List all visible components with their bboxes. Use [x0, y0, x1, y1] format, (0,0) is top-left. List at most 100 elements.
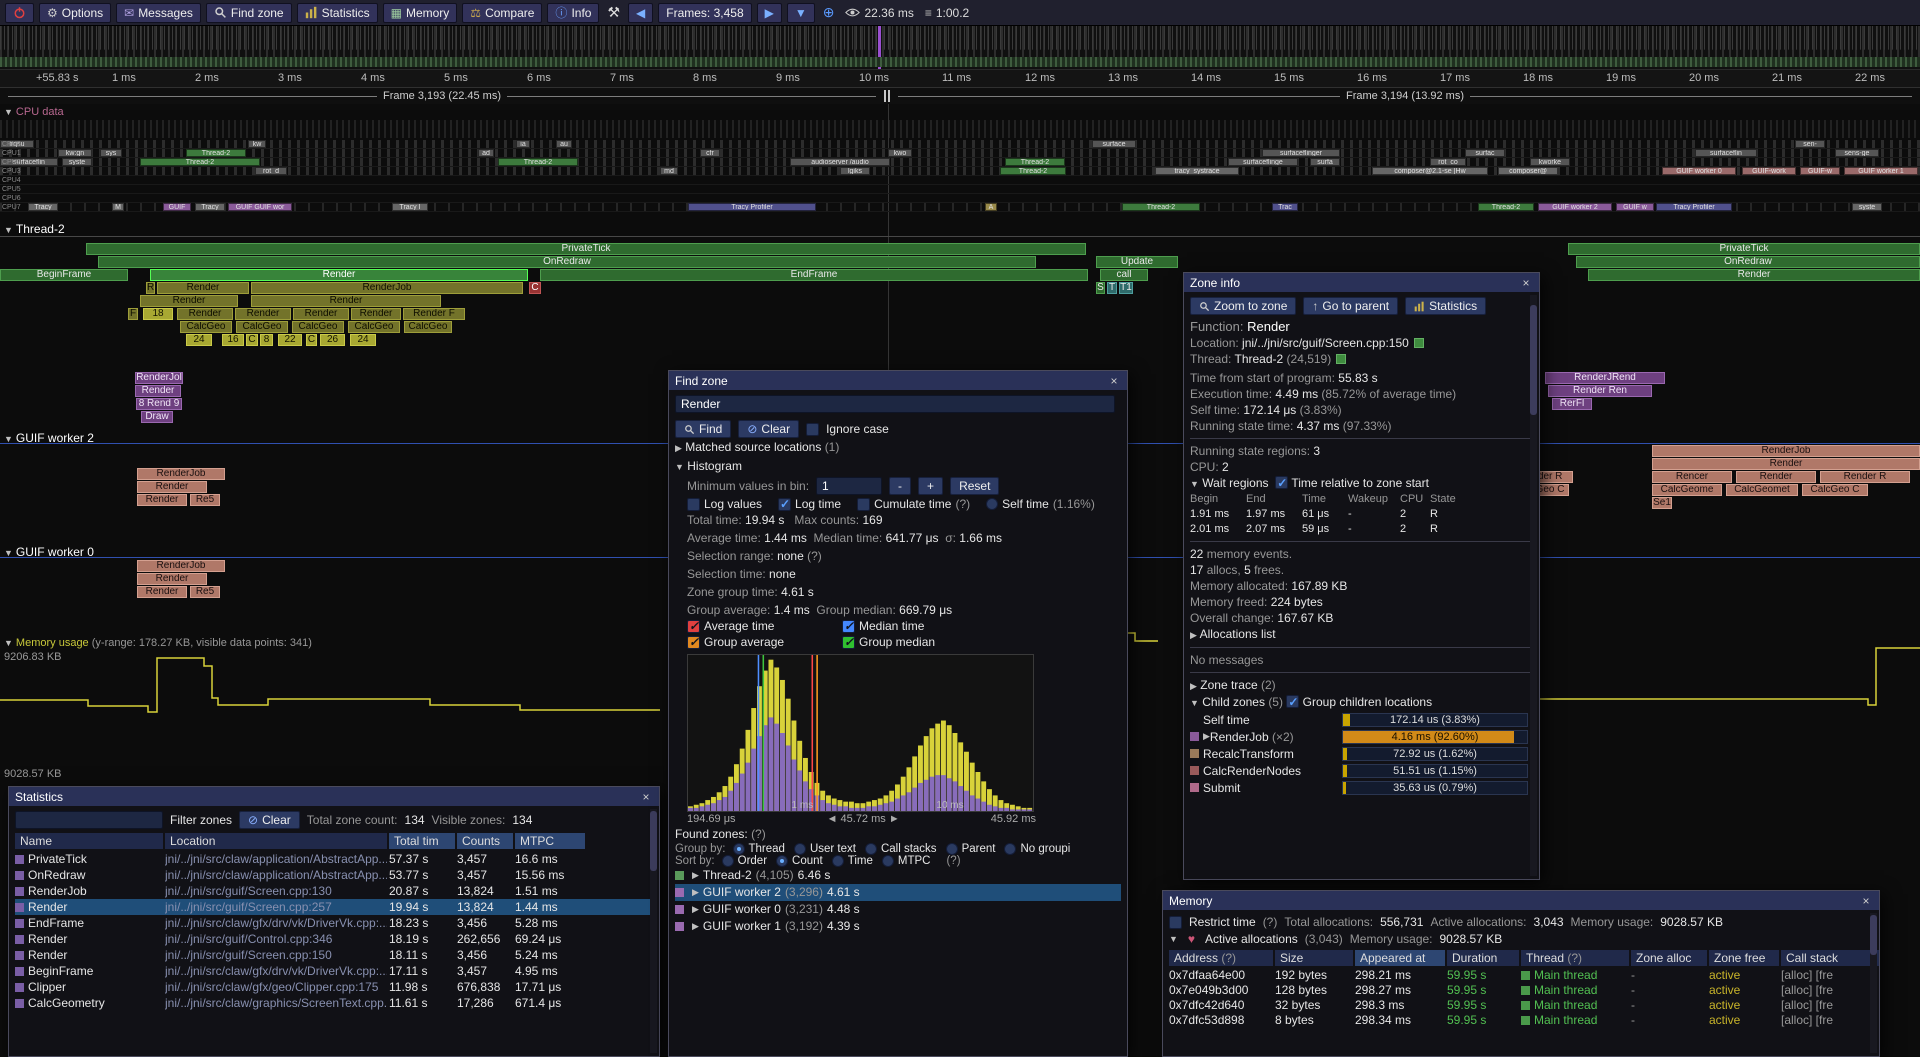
zone[interactable]: 16: [222, 334, 244, 346]
cpu-zone-chip[interactable]: composer@2.1-se [Hw: [1372, 167, 1488, 175]
cpu-zone-chip[interactable]: au: [556, 140, 572, 148]
zone[interactable]: Render: [135, 385, 181, 397]
legend-color-checkbox[interactable]: [842, 636, 855, 649]
cpu-zone-chip[interactable]: surfaceflinge: [1228, 158, 1298, 166]
histogram-section[interactable]: Histogram: [687, 459, 742, 473]
group-by-option[interactable]: Call stacks: [865, 843, 937, 855]
zone[interactable]: Render: [251, 295, 441, 307]
zone-location[interactable]: jni/../jni/src/guif/Screen.cpp:150: [1242, 336, 1409, 350]
zone[interactable]: OnRedraw: [98, 256, 1036, 268]
zone[interactable]: RenderJol: [135, 372, 183, 384]
min-bin-input[interactable]: 1: [816, 477, 882, 495]
next-frame-button[interactable]: ▶: [757, 3, 782, 23]
column-sort-button[interactable]: Size: [1275, 950, 1353, 966]
cpu-zone-chip[interactable]: surfac: [1465, 149, 1505, 157]
child-zone-row[interactable]: ▶ RenderJob (×2) 4.16 ms (92.60%): [1190, 728, 1533, 745]
cpu-zone-chip[interactable]: GUIF worker 1: [1844, 167, 1918, 175]
zone[interactable]: C: [246, 334, 258, 346]
column-sort-button[interactable]: Duration: [1447, 950, 1519, 966]
group-children-checkbox[interactable]: [1286, 695, 1299, 708]
statistics-row[interactable]: Clipper jni/../jni/src/claw/gfx/geo/Clip…: [15, 979, 653, 995]
zone[interactable]: F: [128, 308, 138, 320]
sort-by-option[interactable]: Time: [832, 855, 873, 867]
zone[interactable]: Se1: [1652, 497, 1672, 509]
zone[interactable]: CalcGeo: [348, 321, 400, 333]
found-zone-group[interactable]: ▶ Thread-2 (4,105) 6.46 s: [675, 867, 1121, 884]
cpu-zone-chip[interactable]: ad: [478, 149, 494, 157]
zone[interactable]: RenderJob: [251, 282, 523, 294]
cpu-zone-chip[interactable]: M: [112, 203, 124, 211]
column-sort-button[interactable]: Zone free: [1709, 950, 1779, 966]
zone[interactable]: 26: [320, 334, 345, 346]
cpu-zone-chip[interactable]: audioserver /audio: [790, 158, 890, 166]
zone[interactable]: RenderJob: [137, 468, 225, 480]
statistics-row[interactable]: CalcGeometry jni/../jni/src/claw/graphic…: [15, 995, 653, 1011]
cpu-zone-chip[interactable]: Tracy Profiler: [1656, 203, 1732, 211]
histogram-plot[interactable]: 1 ms 10 ms: [687, 654, 1034, 812]
cpu-zone-chip[interactable]: surfaceflinger: [1262, 149, 1340, 157]
group-by-option[interactable]: Thread: [733, 843, 785, 855]
cpu-zone-chip[interactable]: tracy_systrace: [1155, 167, 1239, 175]
column-sort-button[interactable]: Zone alloc: [1631, 950, 1707, 966]
cumulate-time-checkbox[interactable]: [857, 498, 870, 511]
zone[interactable]: CalcGeomet: [1726, 484, 1798, 496]
allocation-row[interactable]: 0x7dfaa64e00 192 bytes 298.21 ms 59.95 s…: [1169, 968, 1873, 983]
zone[interactable]: Render: [351, 308, 401, 320]
filter-zones-input[interactable]: [15, 811, 163, 829]
sort-by-option[interactable]: Count: [776, 855, 823, 867]
close-icon[interactable]: ×: [1859, 894, 1873, 908]
zone[interactable]: CalcGeo: [404, 321, 452, 333]
zone[interactable]: Render: [137, 494, 187, 506]
cpu-zone-chip[interactable]: GUIF worker 2: [1538, 203, 1612, 211]
cpu-zone-chip[interactable]: Tracy: [195, 203, 225, 211]
cpu-zone-chip[interactable]: Thread-2: [1005, 158, 1065, 166]
cpu-zone-chip[interactable]: kw: [248, 140, 266, 148]
legend-color-checkbox[interactable]: [687, 636, 700, 649]
power-button[interactable]: [5, 3, 34, 23]
zone[interactable]: C: [306, 334, 317, 346]
wait-regions-section[interactable]: Wait regions: [1202, 476, 1268, 490]
legend-color-checkbox[interactable]: [687, 620, 700, 633]
goto-frame-icon[interactable]: ⊕: [820, 4, 838, 21]
self-time-option[interactable]: [986, 498, 998, 510]
zone[interactable]: C: [529, 282, 541, 294]
memory-button[interactable]: ▦Memory: [383, 3, 458, 23]
expanded-icon[interactable]: ▼: [1190, 479, 1199, 489]
cpu-zone-chip[interactable]: GUIF: [163, 203, 191, 211]
expanded-icon[interactable]: ▼: [1169, 934, 1178, 944]
cpu-zone-chip[interactable]: sys: [100, 149, 122, 157]
scrollbar[interactable]: [1870, 913, 1877, 1053]
zoom-to-zone-button[interactable]: Zoom to zone: [1190, 297, 1296, 315]
cpu-zone-chip[interactable]: Tracy Profiler: [688, 203, 816, 211]
zone[interactable]: T: [1107, 282, 1117, 294]
column-sort-button[interactable]: Thread (?): [1521, 950, 1629, 966]
zone[interactable]: Rencer: [1652, 471, 1732, 483]
zone[interactable]: Update: [1096, 256, 1178, 268]
zone[interactable]: CalcGeo C: [1802, 484, 1868, 496]
collapsed-icon[interactable]: ▶: [1190, 681, 1197, 691]
decrement-button[interactable]: -: [889, 477, 911, 495]
find-zone-button[interactable]: Find zone: [206, 3, 292, 23]
zone[interactable]: Render: [1736, 471, 1816, 483]
find-zone-titlebar[interactable]: Find zone×: [669, 371, 1127, 390]
restrict-time-checkbox[interactable]: [1169, 916, 1182, 929]
cpu-zone-chip[interactable]: Thread-2: [140, 158, 260, 166]
zone-info-titlebar[interactable]: Zone info×: [1184, 273, 1539, 292]
group-by-option[interactable]: No groupi: [1004, 843, 1070, 855]
legend-toggle[interactable]: Average time: [687, 619, 842, 633]
statistics-row[interactable]: EndFrame jni/../jni/src/claw/gfx/drv/vk/…: [15, 915, 653, 931]
child-zone-row[interactable]: CalcRenderNodes 51.51 us (1.15%): [1190, 762, 1533, 779]
cpu-zone-chip[interactable]: Trac: [1272, 203, 1298, 211]
child-zone-row[interactable]: RecalcTransform 72.92 us (1.62%): [1190, 745, 1533, 762]
ignore-case-checkbox[interactable]: [806, 423, 819, 436]
zone[interactable]: 8 Rend 9: [136, 398, 182, 410]
group-by-option[interactable]: User text: [794, 843, 856, 855]
axis-range-label[interactable]: ◄ 45.72 ms ►: [827, 813, 900, 825]
cpu-zone-chip[interactable]: ia: [516, 140, 530, 148]
zone[interactable]: 24: [350, 334, 376, 346]
legend-toggle[interactable]: Group average: [687, 635, 842, 649]
statistics-row[interactable]: BeginFrame jni/../jni/src/claw/gfx/drv/v…: [15, 963, 653, 979]
log-values-checkbox[interactable]: [687, 498, 700, 511]
sort-by-option[interactable]: Order: [722, 855, 767, 867]
zone[interactable]: Render Ren: [1548, 385, 1652, 397]
